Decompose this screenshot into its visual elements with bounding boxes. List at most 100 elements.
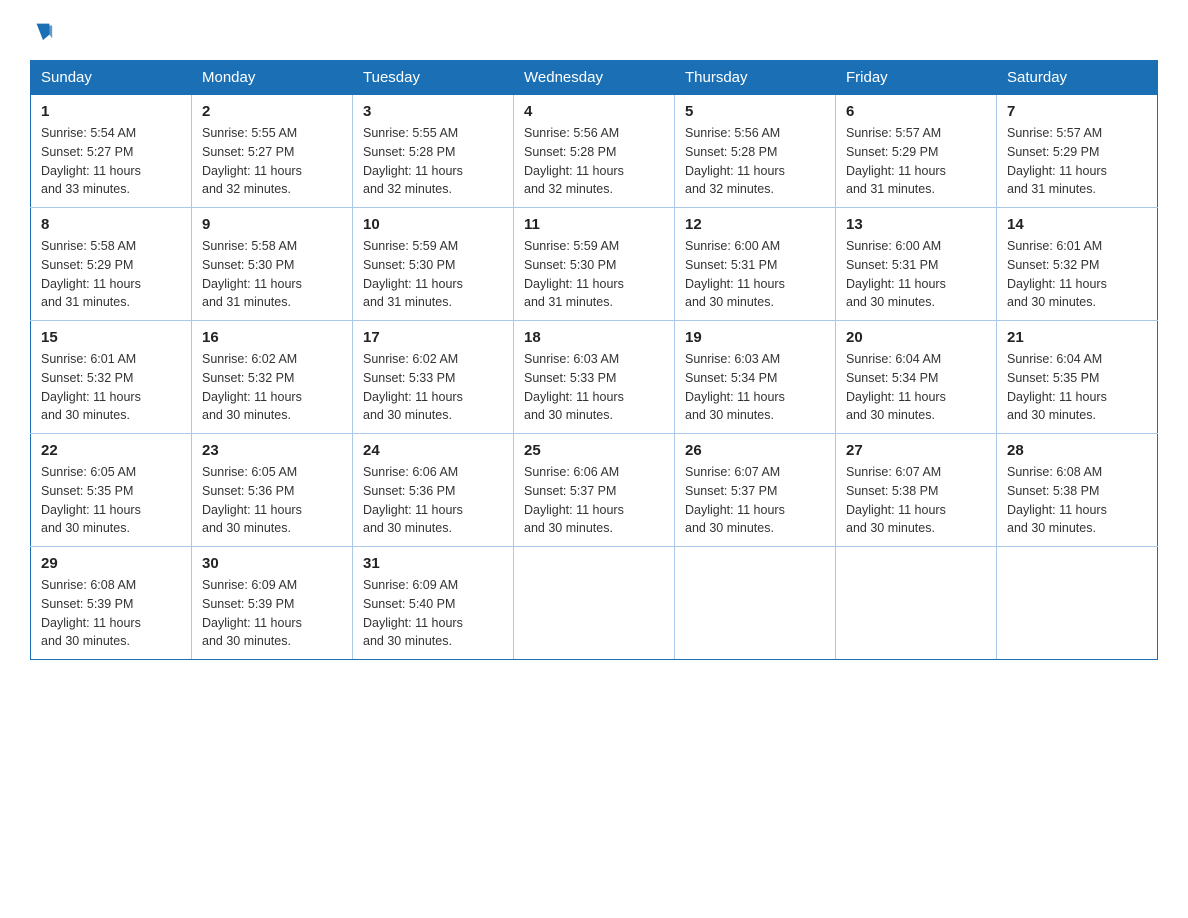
calendar-day-cell: 21Sunrise: 6:04 AMSunset: 5:35 PMDayligh… <box>997 321 1158 434</box>
calendar-empty-cell <box>997 547 1158 660</box>
day-info: Sunrise: 6:04 AMSunset: 5:34 PMDaylight:… <box>846 350 986 425</box>
day-number: 16 <box>202 329 342 346</box>
day-info: Sunrise: 5:59 AMSunset: 5:30 PMDaylight:… <box>363 237 503 312</box>
calendar-day-cell: 7 Sunrise: 5:57 AMSunset: 5:29 PMDaylight… <box>997 95 1158 208</box>
calendar-day-cell: 19 Sunrise: 6:03 AMSunset: 5:34 PMDayligh… <box>675 321 836 434</box>
calendar-day-cell: 6 Sunrise: 5:57 AMSunset: 5:29 PMDaylight… <box>836 95 997 208</box>
calendar-day-cell: 9 Sunrise: 5:58 AMSunset: 5:30 PMDaylight… <box>192 208 353 321</box>
day-info: Sunrise: 6:02 AMSunset: 5:32 PMDaylight:… <box>202 350 342 425</box>
calendar-day-cell: 18 Sunrise: 6:03 AMSunset: 5:33 PMDayligh… <box>514 321 675 434</box>
day-number: 27 <box>846 442 986 459</box>
day-number: 15 <box>41 329 181 346</box>
day-number: 26 <box>685 442 825 459</box>
day-info: Sunrise: 6:09 AMSunset: 5:40 PMDaylight:… <box>363 576 503 651</box>
calendar-day-cell: 29 Sunrise: 6:08 AMSunset: 5:39 PMDayligh… <box>31 547 192 660</box>
day-info: Sunrise: 5:55 AMSunset: 5:27 PMDaylight:… <box>202 124 342 199</box>
day-number: 4 <box>524 103 664 120</box>
day-info: Sunrise: 6:05 AMSunset: 5:35 PMDaylight:… <box>41 463 181 538</box>
day-info: Sunrise: 5:58 AMSunset: 5:29 PMDaylight:… <box>41 237 181 312</box>
day-number: 21 <box>1007 329 1147 346</box>
day-number: 9 <box>202 216 342 233</box>
day-info: Sunrise: 5:59 AMSunset: 5:30 PMDaylight:… <box>524 237 664 312</box>
day-info: Sunrise: 6:03 AMSunset: 5:33 PMDaylight:… <box>524 350 664 425</box>
day-info: Sunrise: 6:05 AMSunset: 5:36 PMDaylight:… <box>202 463 342 538</box>
calendar-week-row: 8 Sunrise: 5:58 AMSunset: 5:29 PMDaylight… <box>31 208 1158 321</box>
day-number: 18 <box>524 329 664 346</box>
logo <box>30 20 54 42</box>
page-header <box>30 20 1158 42</box>
day-number: 12 <box>685 216 825 233</box>
day-info: Sunrise: 6:08 AMSunset: 5:38 PMDaylight:… <box>1007 463 1147 538</box>
day-info: Sunrise: 6:08 AMSunset: 5:39 PMDaylight:… <box>41 576 181 651</box>
day-info: Sunrise: 5:57 AMSunset: 5:29 PMDaylight:… <box>846 124 986 199</box>
calendar-day-cell: 22 Sunrise: 6:05 AMSunset: 5:35 PMDayligh… <box>31 434 192 547</box>
day-info: Sunrise: 6:00 AMSunset: 5:31 PMDaylight:… <box>685 237 825 312</box>
calendar-day-cell: 28 Sunrise: 6:08 AMSunset: 5:38 PMDayligh… <box>997 434 1158 547</box>
calendar-day-cell: 14 Sunrise: 6:01 AMSunset: 5:32 PMDayligh… <box>997 208 1158 321</box>
day-info: Sunrise: 5:57 AMSunset: 5:29 PMDaylight:… <box>1007 124 1147 199</box>
calendar-day-cell: 15Sunrise: 6:01 AMSunset: 5:32 PMDayligh… <box>31 321 192 434</box>
day-number: 7 <box>1007 103 1147 120</box>
calendar-table: SundayMondayTuesdayWednesdayThursdayFrid… <box>30 60 1158 660</box>
day-number: 10 <box>363 216 503 233</box>
day-info: Sunrise: 6:03 AMSunset: 5:34 PMDaylight:… <box>685 350 825 425</box>
calendar-empty-cell <box>514 547 675 660</box>
calendar-day-cell: 12 Sunrise: 6:00 AMSunset: 5:31 PMDayligh… <box>675 208 836 321</box>
calendar-day-cell: 3Sunrise: 5:55 AMSunset: 5:28 PMDaylight… <box>353 95 514 208</box>
day-number: 31 <box>363 555 503 572</box>
calendar-day-cell: 26Sunrise: 6:07 AMSunset: 5:37 PMDayligh… <box>675 434 836 547</box>
weekday-header-wednesday: Wednesday <box>514 61 675 95</box>
day-number: 23 <box>202 442 342 459</box>
day-info: Sunrise: 6:09 AMSunset: 5:39 PMDaylight:… <box>202 576 342 651</box>
calendar-day-cell: 23 Sunrise: 6:05 AMSunset: 5:36 PMDayligh… <box>192 434 353 547</box>
day-number: 14 <box>1007 216 1147 233</box>
weekday-header-sunday: Sunday <box>31 61 192 95</box>
day-number: 17 <box>363 329 503 346</box>
calendar-week-row: 1Sunrise: 5:54 AMSunset: 5:27 PMDaylight… <box>31 95 1158 208</box>
calendar-day-cell: 31 Sunrise: 6:09 AMSunset: 5:40 PMDayligh… <box>353 547 514 660</box>
day-number: 6 <box>846 103 986 120</box>
calendar-header-row: SundayMondayTuesdayWednesdayThursdayFrid… <box>31 61 1158 95</box>
calendar-day-cell: 20 Sunrise: 6:04 AMSunset: 5:34 PMDayligh… <box>836 321 997 434</box>
day-number: 8 <box>41 216 181 233</box>
weekday-header-friday: Friday <box>836 61 997 95</box>
day-number: 2 <box>202 103 342 120</box>
day-info: Sunrise: 6:00 AMSunset: 5:31 PMDaylight:… <box>846 237 986 312</box>
day-info: Sunrise: 6:01 AMSunset: 5:32 PMDaylight:… <box>1007 237 1147 312</box>
day-number: 19 <box>685 329 825 346</box>
day-number: 22 <box>41 442 181 459</box>
calendar-day-cell: 8 Sunrise: 5:58 AMSunset: 5:29 PMDaylight… <box>31 208 192 321</box>
calendar-day-cell: 5Sunrise: 5:56 AMSunset: 5:28 PMDaylight… <box>675 95 836 208</box>
calendar-day-cell: 2 Sunrise: 5:55 AMSunset: 5:27 PMDaylight… <box>192 95 353 208</box>
day-number: 13 <box>846 216 986 233</box>
calendar-empty-cell <box>675 547 836 660</box>
calendar-week-row: 29 Sunrise: 6:08 AMSunset: 5:39 PMDayligh… <box>31 547 1158 660</box>
calendar-day-cell: 30 Sunrise: 6:09 AMSunset: 5:39 PMDayligh… <box>192 547 353 660</box>
calendar-day-cell: 24Sunrise: 6:06 AMSunset: 5:36 PMDayligh… <box>353 434 514 547</box>
logo-triangle-icon <box>32 20 54 42</box>
calendar-week-row: 15Sunrise: 6:01 AMSunset: 5:32 PMDayligh… <box>31 321 1158 434</box>
calendar-day-cell: 1Sunrise: 5:54 AMSunset: 5:27 PMDaylight… <box>31 95 192 208</box>
day-number: 28 <box>1007 442 1147 459</box>
day-number: 3 <box>363 103 503 120</box>
weekday-header-thursday: Thursday <box>675 61 836 95</box>
day-info: Sunrise: 6:06 AMSunset: 5:37 PMDaylight:… <box>524 463 664 538</box>
calendar-day-cell: 4 Sunrise: 5:56 AMSunset: 5:28 PMDaylight… <box>514 95 675 208</box>
day-info: Sunrise: 6:07 AMSunset: 5:38 PMDaylight:… <box>846 463 986 538</box>
calendar-day-cell: 17 Sunrise: 6:02 AMSunset: 5:33 PMDayligh… <box>353 321 514 434</box>
day-number: 30 <box>202 555 342 572</box>
day-number: 20 <box>846 329 986 346</box>
day-info: Sunrise: 5:56 AMSunset: 5:28 PMDaylight:… <box>524 124 664 199</box>
day-info: Sunrise: 5:58 AMSunset: 5:30 PMDaylight:… <box>202 237 342 312</box>
weekday-header-tuesday: Tuesday <box>353 61 514 95</box>
day-info: Sunrise: 5:54 AMSunset: 5:27 PMDaylight:… <box>41 124 181 199</box>
day-number: 24 <box>363 442 503 459</box>
calendar-day-cell: 10 Sunrise: 5:59 AMSunset: 5:30 PMDayligh… <box>353 208 514 321</box>
day-info: Sunrise: 6:02 AMSunset: 5:33 PMDaylight:… <box>363 350 503 425</box>
calendar-empty-cell <box>836 547 997 660</box>
day-number: 11 <box>524 216 664 233</box>
calendar-day-cell: 16 Sunrise: 6:02 AMSunset: 5:32 PMDayligh… <box>192 321 353 434</box>
weekday-header-monday: Monday <box>192 61 353 95</box>
day-number: 29 <box>41 555 181 572</box>
calendar-day-cell: 11 Sunrise: 5:59 AMSunset: 5:30 PMDayligh… <box>514 208 675 321</box>
